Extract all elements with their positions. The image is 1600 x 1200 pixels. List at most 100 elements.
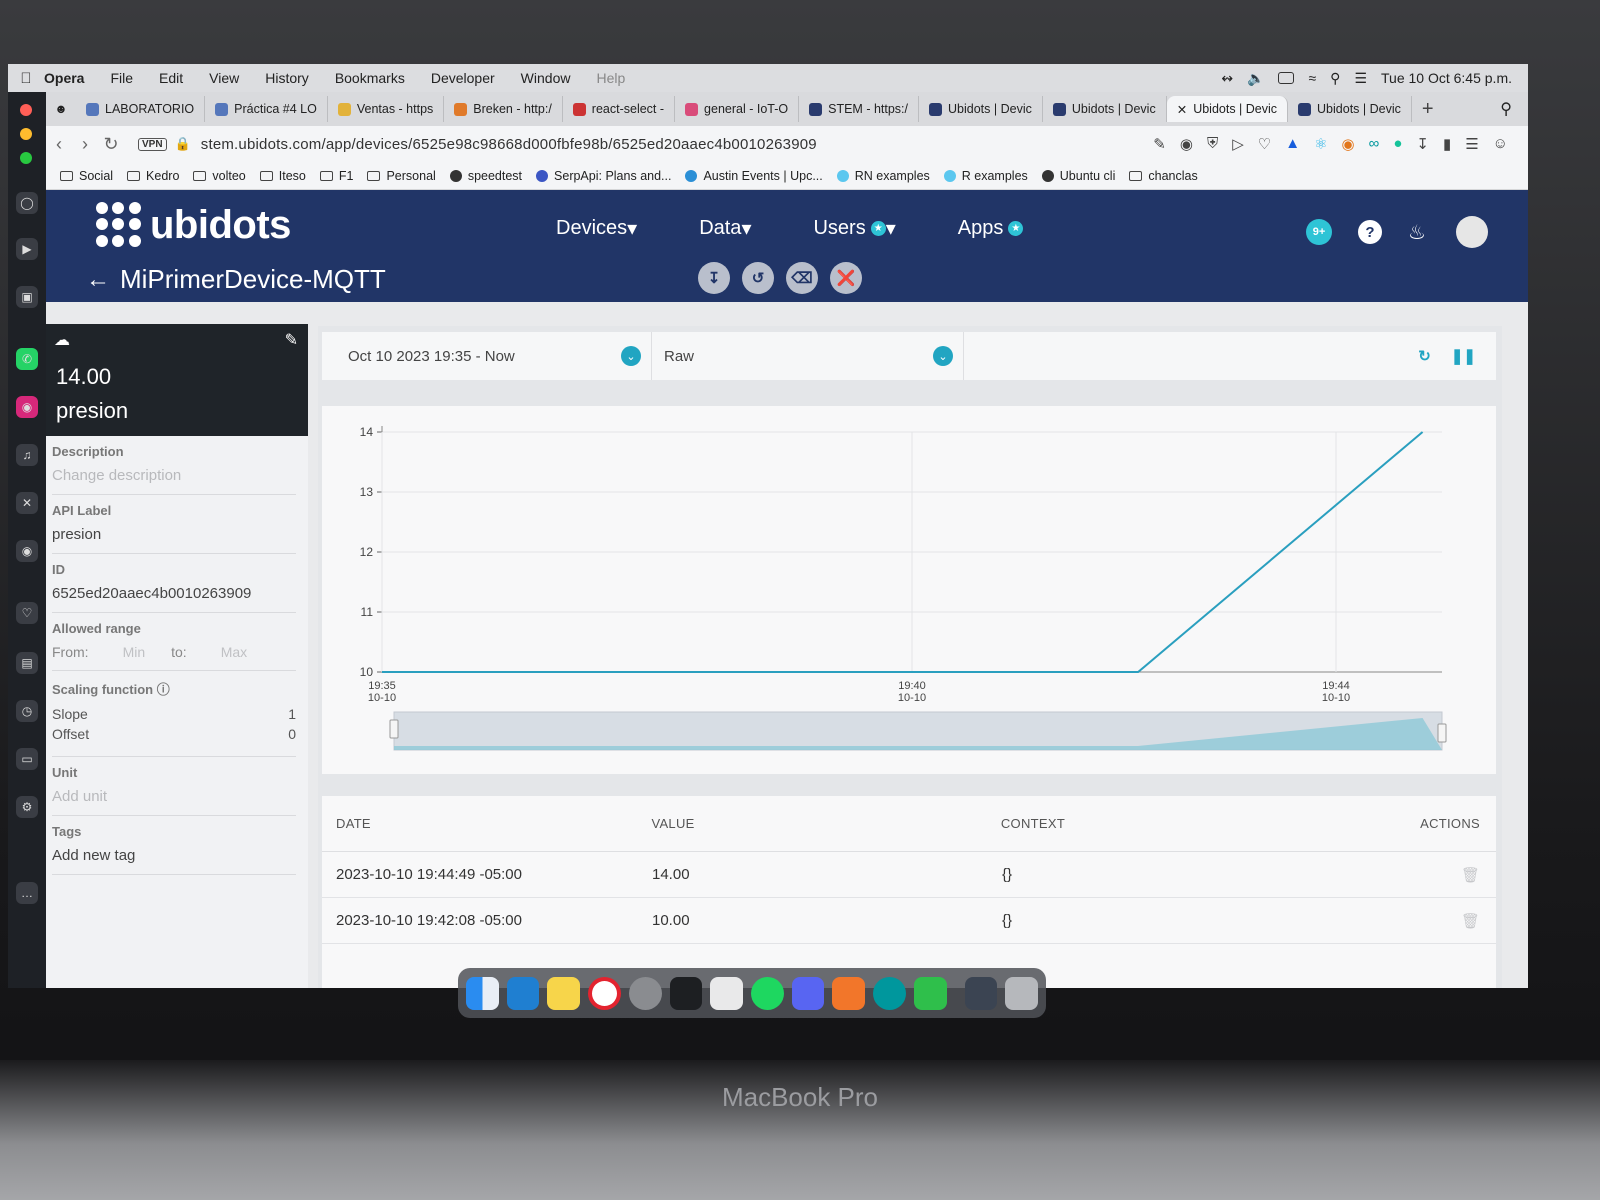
camera-icon[interactable]: ◉ xyxy=(1180,135,1193,153)
menu-edit[interactable]: Edit xyxy=(159,70,183,86)
refresh-icon[interactable]: ↻ xyxy=(1418,347,1431,365)
close-tab-icon[interactable]: ✕ xyxy=(1177,102,1187,117)
bookmark-link[interactable]: speedtest xyxy=(449,169,522,183)
cube-icon[interactable]: ▭ xyxy=(16,748,38,770)
battery-icon[interactable] xyxy=(1278,72,1295,84)
menu-window[interactable]: Window xyxy=(521,70,571,86)
trash-icon[interactable] xyxy=(1005,976,1038,1010)
avatar[interactable] xyxy=(1456,216,1488,248)
discord-icon[interactable] xyxy=(791,976,825,1010)
column-header-date[interactable]: DATE xyxy=(322,816,651,831)
tab[interactable]: Ubidots | Devic xyxy=(1043,96,1167,122)
discord-icon[interactable]: ◉ xyxy=(16,540,38,562)
tab[interactable]: Ubidots | Devic xyxy=(919,96,1043,122)
variable-name[interactable]: presion xyxy=(56,398,128,424)
bookmark-link[interactable]: RN examples xyxy=(836,169,930,183)
xcode-cleaner-icon[interactable] xyxy=(913,976,947,1010)
pencil-app-icon[interactable] xyxy=(832,976,866,1010)
bookmark-link[interactable]: R examples xyxy=(943,169,1028,183)
whatsapp-icon[interactable]: ✆ xyxy=(16,348,38,370)
control-center-icon[interactable]: ☰ xyxy=(1354,70,1367,87)
back-icon[interactable]: ‹ xyxy=(46,134,72,155)
pause-icon[interactable]: ❚❚ xyxy=(1451,347,1476,365)
bookmark-folder[interactable]: F1 xyxy=(319,169,353,183)
recent-vscode-icon[interactable] xyxy=(964,976,998,1010)
nav-apps[interactable]: Apps ★ xyxy=(958,216,1024,241)
tab-active[interactable]: ✕ Ubidots | Devic xyxy=(1166,96,1289,122)
offset-input[interactable]: 0 xyxy=(288,726,296,742)
instagram-icon[interactable]: ◉ xyxy=(16,396,38,418)
shield-icon[interactable]: ⛨ xyxy=(1207,135,1218,153)
nav-devices[interactable]: Devices ▾ xyxy=(556,216,637,241)
heart-icon[interactable]: ♡ xyxy=(16,602,38,624)
bookmark-folder[interactable]: chanclas xyxy=(1129,169,1198,183)
volume-icon[interactable]: 🔈 xyxy=(1247,70,1264,87)
new-tab-button[interactable]: + xyxy=(1422,98,1434,121)
api-label-input[interactable]: presion xyxy=(52,526,296,543)
react-icon[interactable]: ⚛ xyxy=(1314,135,1327,153)
bookmark-folder[interactable]: Personal xyxy=(367,169,436,183)
edit-pencil-icon[interactable]: ✎ xyxy=(285,330,298,350)
url-field[interactable]: stem.ubidots.com/app/devices/6525e98c986… xyxy=(201,136,817,153)
notes-icon[interactable] xyxy=(547,976,581,1010)
help-icon[interactable]: ? xyxy=(1358,220,1382,244)
gamepad-icon[interactable]: ☻ xyxy=(46,102,76,116)
nav-data[interactable]: Data ▾ xyxy=(699,216,751,241)
window-zoom-button[interactable] xyxy=(20,152,32,164)
history-icon[interactable]: ◷ xyxy=(16,700,38,722)
metamask-icon[interactable]: ◉ xyxy=(1342,135,1355,153)
window-close-button[interactable] xyxy=(20,104,32,116)
more-icon[interactable]: … xyxy=(16,882,38,904)
tab[interactable]: Ubidots | Devic xyxy=(1288,96,1412,122)
menu-view[interactable]: View xyxy=(209,70,239,86)
system-settings-icon[interactable] xyxy=(628,976,662,1010)
nav-users[interactable]: Users ★ ▾ xyxy=(813,216,895,241)
bookmark-link[interactable]: SerpApi: Plans and... xyxy=(536,169,671,183)
tab[interactable]: Ventas - https xyxy=(328,96,445,122)
grammarly-icon[interactable]: ● xyxy=(1393,135,1402,153)
navigator-handle-right[interactable] xyxy=(1437,723,1447,743)
tab[interactable]: STEM - https:/ xyxy=(799,96,920,122)
heart-icon[interactable]: ♡ xyxy=(1258,135,1271,153)
delete-button[interactable]: ❌ xyxy=(830,262,862,294)
terminal-icon[interactable] xyxy=(669,976,703,1010)
send-icon[interactable]: ▷ xyxy=(1232,135,1244,153)
edit-icon[interactable]: ✎ xyxy=(1153,135,1166,153)
menu-file[interactable]: File xyxy=(110,70,133,86)
twitch-icon[interactable]: ▶ xyxy=(16,238,38,260)
back-arrow-icon[interactable]: ← xyxy=(86,266,110,294)
trash-icon[interactable]: 🗑 xyxy=(1461,867,1480,884)
profile-icon[interactable]: ☺ xyxy=(1493,135,1508,153)
range-max-input[interactable]: Max xyxy=(221,644,247,660)
speed-dial-icon[interactable]: ◯ xyxy=(16,192,38,214)
bookmark-folder[interactable]: volteo xyxy=(193,169,246,183)
wifi-icon[interactable]: ≈ xyxy=(1308,70,1316,86)
info-icon[interactable]: ⓘ xyxy=(157,682,170,697)
bookmark-folder[interactable]: Social xyxy=(60,169,113,183)
extensions-icon[interactable]: ▣ xyxy=(16,286,38,308)
vpn-badge[interactable]: VPN xyxy=(138,137,167,151)
x-icon[interactable]: ✕ xyxy=(16,492,38,514)
menu-history[interactable]: History xyxy=(265,70,309,86)
row-context[interactable]: {} xyxy=(1002,912,1422,929)
date-range-dropdown[interactable]: Oct 10 2023 19:35 - Now ⌄ xyxy=(322,332,652,380)
bookmark-link[interactable]: Austin Events | Upc... xyxy=(685,169,823,183)
opera-icon[interactable] xyxy=(588,976,621,1010)
easy-setup-icon[interactable]: ☰ xyxy=(1465,135,1478,153)
reset-button[interactable]: ↺ xyxy=(742,262,774,294)
lock-icon[interactable]: 🔒 xyxy=(175,136,191,152)
tab-search-icon[interactable]: ⚲ xyxy=(1500,99,1512,119)
column-header-value[interactable]: VALUE xyxy=(651,816,1000,831)
tiktok-icon[interactable]: ♫ xyxy=(16,444,38,466)
spotify-icon[interactable] xyxy=(751,976,784,1010)
erase-button[interactable]: ⌫ xyxy=(786,262,818,294)
bell-icon[interactable]: ♨ xyxy=(1408,220,1430,244)
trash-icon[interactable]: 🗑 xyxy=(1461,913,1480,930)
bitwarden-icon[interactable]: ▲ xyxy=(1285,135,1300,153)
notification-count-badge[interactable]: 9+ xyxy=(1306,219,1332,245)
battery-saver-icon[interactable]: ▮ xyxy=(1443,135,1451,153)
description-input[interactable]: Change description xyxy=(52,467,296,484)
settings-icon[interactable]: ⚙ xyxy=(16,796,38,818)
tab[interactable]: LABORATORIO xyxy=(76,96,206,122)
ubidots-logo[interactable]: ubidots xyxy=(96,202,291,248)
